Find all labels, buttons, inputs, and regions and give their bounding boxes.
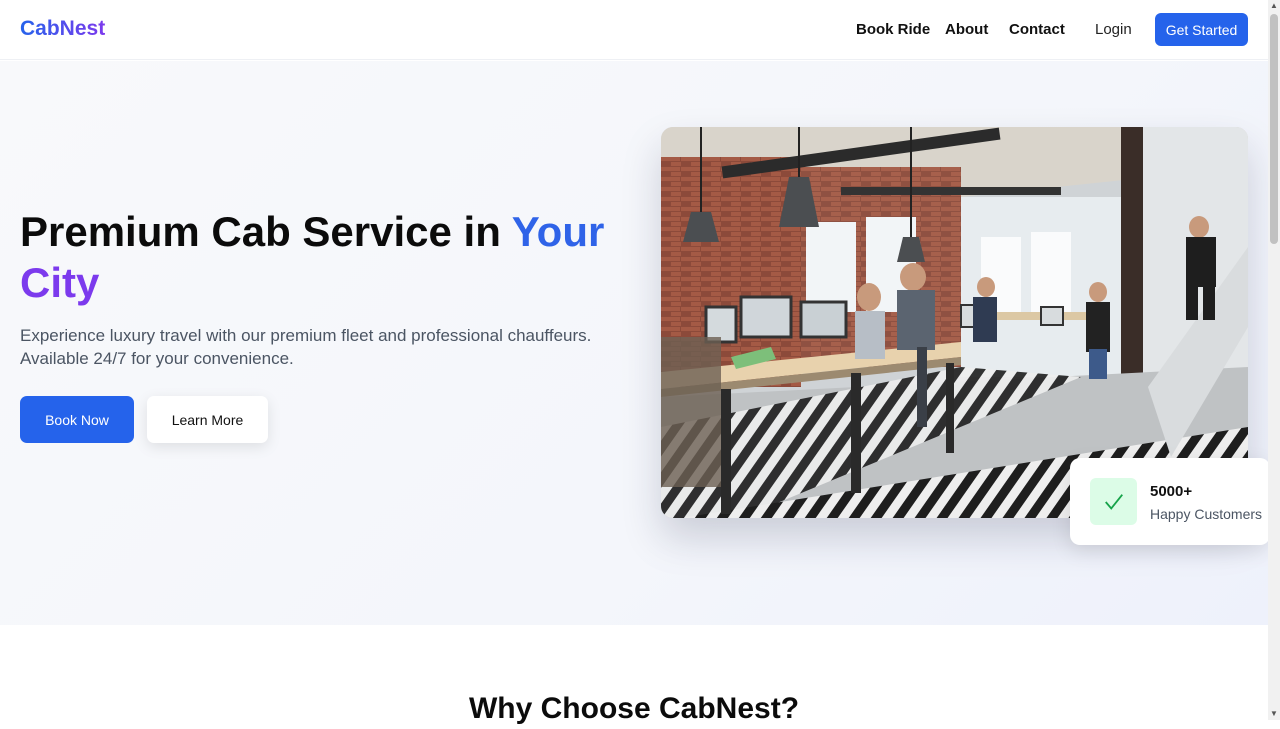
navbar: CabNest Book Ride About Contact Login Ge… xyxy=(0,0,1268,60)
scroll-thumb[interactable] xyxy=(1270,14,1278,244)
scrollbar[interactable]: ▲ ▼ xyxy=(1268,0,1280,720)
stat-label: Happy Customers xyxy=(1150,506,1263,522)
check-icon xyxy=(1104,493,1123,510)
hero-title-main: Premium Cab Service in xyxy=(20,208,512,255)
scroll-up-arrow-icon[interactable]: ▲ xyxy=(1268,0,1280,12)
section-title: Why Choose CabNest? xyxy=(468,692,800,725)
hero-title-highlight-city: City xyxy=(20,259,100,306)
login-link[interactable]: Login xyxy=(1095,21,1132,38)
nav-link-about[interactable]: About xyxy=(945,21,988,38)
nav-link-book-ride[interactable]: Book Ride xyxy=(856,21,930,38)
check-icon-badge xyxy=(1090,478,1137,525)
hero-title-highlight-your: Your xyxy=(511,208,605,255)
scroll-down-arrow-icon[interactable]: ▼ xyxy=(1268,708,1280,720)
stats-card: 5000+ Happy Customers xyxy=(1070,458,1270,545)
book-now-button[interactable]: Book Now xyxy=(20,396,134,443)
get-started-button[interactable]: Get Started xyxy=(1155,13,1248,46)
nav-link-contact[interactable]: Contact xyxy=(1009,21,1065,38)
learn-more-button[interactable]: Learn More xyxy=(147,396,268,443)
hero-title: Premium Cab Service in Your City xyxy=(20,206,620,308)
hero-subtitle: Experience luxury travel with our premiu… xyxy=(20,326,592,368)
logo[interactable]: CabNest xyxy=(20,17,105,41)
stat-number: 5000+ xyxy=(1150,483,1193,500)
